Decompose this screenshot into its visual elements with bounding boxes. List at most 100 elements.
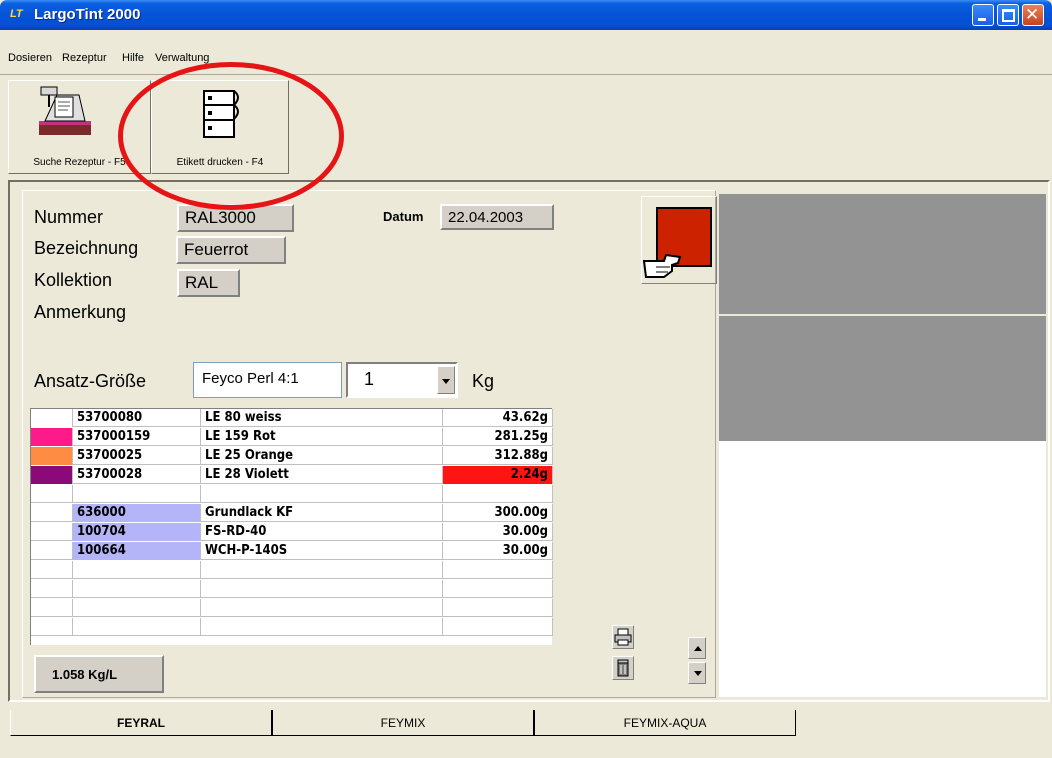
color-cell [31, 504, 73, 522]
color-preview-top [719, 194, 1046, 314]
code-cell: 53700080 [73, 409, 201, 427]
preview-blank-area [719, 441, 1046, 697]
code-cell: 53700028 [73, 466, 201, 484]
printer-icon [614, 628, 632, 646]
code-cell [73, 580, 201, 598]
table-row[interactable] [31, 485, 553, 503]
minimize-icon [978, 18, 986, 21]
bezeichnung-label: Bezeichnung [34, 238, 139, 258]
menu-rezeptur[interactable]: Rezeptur [62, 52, 107, 64]
amount-cell: 30.00g [443, 542, 553, 560]
maximize-icon [1002, 9, 1015, 22]
table-row[interactable]: 53700080 LE 80 weiss 43.62g [31, 409, 553, 427]
nummer-label: Nummer [34, 207, 104, 227]
table-row[interactable]: 100704 FS-RD-40 30.00g [31, 523, 553, 541]
product-selector[interactable]: Feyco Perl 4:1 [193, 362, 342, 398]
amount-cell [443, 561, 553, 579]
search-recipe-icon [39, 86, 91, 135]
name-cell: LE 28 Violett [201, 466, 443, 484]
color-cell [31, 428, 73, 446]
table-row[interactable] [31, 580, 553, 598]
table-row[interactable]: 636000 Grundlack KF 300.00g [31, 504, 553, 522]
tab-feymix[interactable]: FEYMIX [272, 710, 534, 736]
table-row[interactable]: 53700025 LE 25 Orange 312.88g [31, 447, 553, 465]
color-cell [31, 447, 73, 465]
code-cell: 53700025 [73, 447, 201, 465]
code-cell [73, 618, 201, 636]
pointing-hand-icon [642, 253, 682, 278]
quantity-dropdown-button[interactable] [437, 366, 455, 394]
code-cell: 636000 [73, 504, 201, 522]
code-cell: 100704 [73, 523, 201, 541]
close-button[interactable]: ✕ [1022, 4, 1044, 26]
name-cell [201, 618, 443, 636]
table-row[interactable]: 100664 WCH-P-140S 30.00g [31, 542, 553, 560]
menu-hilfe[interactable]: Hilfe [122, 52, 144, 64]
name-cell: WCH-P-140S [201, 542, 443, 560]
name-cell: LE 25 Orange [201, 447, 443, 465]
table-row[interactable] [31, 618, 553, 636]
amount-cell [443, 618, 553, 636]
maximize-button[interactable] [997, 4, 1019, 26]
density-value: 1.058 Kg/L [34, 655, 164, 693]
arrow-up-icon [694, 646, 702, 651]
table-row[interactable] [31, 561, 553, 579]
bezeichnung-value: Feuerrot [176, 236, 286, 264]
scroll-up-button[interactable] [688, 637, 706, 659]
toolbar-divider [0, 74, 1052, 75]
close-icon: ✕ [1025, 5, 1040, 25]
amount-cell: 281.25g [443, 428, 553, 446]
kollektion-value: RAL [177, 269, 240, 297]
name-cell: LE 159 Rot [201, 428, 443, 446]
menu-verwaltung[interactable]: Verwaltung [155, 52, 209, 64]
quantity-combobox[interactable]: 1 [346, 362, 458, 398]
amount-cell: 2.24g [443, 466, 553, 484]
color-cell [31, 561, 73, 579]
component-table[interactable]: 53700080 LE 80 weiss 43.62g 537000159 LE 159… [30, 408, 553, 645]
amount-cell: 30.00g [443, 523, 553, 541]
quantity-value: 1 [364, 369, 375, 389]
app-logo-icon: LT [10, 8, 23, 20]
color-cell [31, 523, 73, 541]
print-button[interactable] [612, 625, 634, 649]
kollektion-label: Kollektion [34, 270, 113, 290]
window-title: LargoTint 2000 [34, 6, 141, 23]
amount-cell [443, 599, 553, 617]
scroll-down-button[interactable] [688, 662, 706, 684]
tab-feymix-aqua[interactable]: FEYMIX-AQUA [534, 710, 796, 736]
code-cell: 537000159 [73, 428, 201, 446]
color-swatch-button[interactable] [641, 196, 717, 284]
name-cell [201, 485, 443, 503]
amount-cell [443, 485, 553, 503]
highlight-ellipse [118, 62, 344, 210]
amount-cell: 312.88g [443, 447, 553, 465]
chevron-down-icon [442, 379, 450, 384]
name-cell: Grundlack KF [201, 504, 443, 522]
code-cell: 100664 [73, 542, 201, 560]
name-cell [201, 580, 443, 598]
unit-label: Kg [472, 371, 495, 391]
datum-value: 22.04.2003 [440, 204, 554, 230]
amount-cell [443, 580, 553, 598]
trash-icon [617, 659, 629, 677]
table-row[interactable]: 53700028 LE 28 Violett 2.24g [31, 466, 553, 484]
table-row[interactable]: 537000159 LE 159 Rot 281.25g [31, 428, 553, 446]
color-cell [31, 580, 73, 598]
color-cell [31, 409, 73, 427]
datum-label: Datum [383, 209, 424, 224]
tab-feyral[interactable]: FEYRAL [10, 710, 272, 736]
color-cell [31, 599, 73, 617]
minimize-button[interactable] [972, 4, 994, 26]
color-cell [31, 542, 73, 560]
amount-cell: 43.62g [443, 409, 553, 427]
name-cell [201, 561, 443, 579]
color-cell [31, 618, 73, 636]
title-bar: LT LargoTint 2000 ✕ [0, 0, 1052, 30]
delete-button[interactable] [612, 656, 634, 680]
code-cell [73, 561, 201, 579]
name-cell: LE 80 weiss [201, 409, 443, 427]
color-preview-bottom [719, 316, 1046, 441]
menu-dosieren[interactable]: Dosieren [8, 52, 52, 64]
table-row[interactable] [31, 599, 553, 617]
color-cell [31, 466, 73, 484]
